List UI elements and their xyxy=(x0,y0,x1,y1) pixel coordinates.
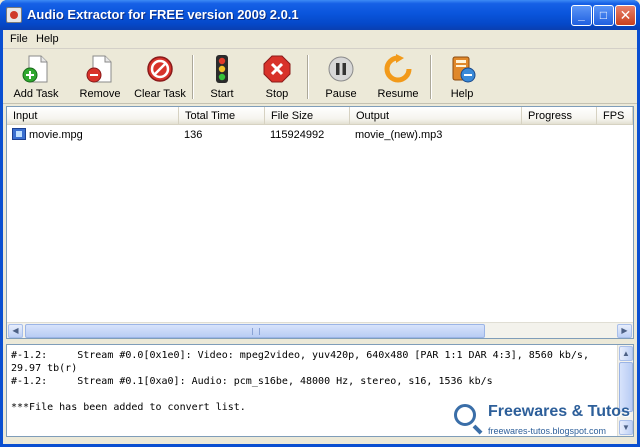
start-button[interactable]: Start xyxy=(195,51,249,103)
scroll-left-arrow-icon[interactable]: ◀ xyxy=(8,324,23,338)
resume-button[interactable]: Resume xyxy=(369,51,427,103)
title-bar[interactable]: Audio Extractor for FREE version 2009 2.… xyxy=(0,0,640,30)
app-icon[interactable] xyxy=(6,7,22,23)
maximize-button[interactable]: □ xyxy=(593,5,614,26)
menu-bar: File Help xyxy=(3,30,637,49)
traffic-light-icon xyxy=(216,55,228,83)
cell-total-time: 136 xyxy=(184,129,203,141)
pause-label: Pause xyxy=(325,88,357,100)
toolbar-separator xyxy=(192,55,194,99)
column-header-fps[interactable]: FPS xyxy=(597,107,633,125)
start-label: Start xyxy=(210,88,234,100)
add-task-label: Add Task xyxy=(13,88,59,100)
magnifier-handle xyxy=(472,424,483,435)
clear-task-icon xyxy=(147,56,173,82)
column-header-input[interactable]: Input xyxy=(7,107,179,125)
pause-icon xyxy=(328,56,354,82)
stop-label: Stop xyxy=(265,88,289,100)
watermark-title: Freewares & Tutos xyxy=(488,403,630,420)
toolbar-separator xyxy=(307,55,309,99)
menu-file[interactable]: File xyxy=(10,33,28,45)
column-header-total-time[interactable]: Total Time xyxy=(179,107,265,125)
help-icon xyxy=(452,56,476,83)
watermark-url: freewares-tutos.blogspot.com xyxy=(488,426,607,436)
help-button[interactable]: Help xyxy=(435,51,489,103)
scroll-up-arrow-icon[interactable]: ▲ xyxy=(619,346,633,361)
remove-label: Remove xyxy=(79,88,121,100)
table-row[interactable]: movie.mpg 136 115924992 movie_(new).mp3 xyxy=(7,126,633,143)
video-file-icon xyxy=(12,128,26,140)
remove-icon xyxy=(86,55,112,83)
resume-icon xyxy=(384,54,412,83)
magnifier-icon xyxy=(454,404,476,426)
help-label: Help xyxy=(450,88,474,100)
cell-output: movie_(new).mp3 xyxy=(355,129,443,141)
close-button[interactable]: ✕ xyxy=(615,5,636,26)
menu-help[interactable]: Help xyxy=(36,33,59,45)
clear-task-label: Clear Task xyxy=(134,88,186,100)
add-task-icon xyxy=(22,55,48,83)
watermark-logo: Freewares & Tutos freewares-tutos.blogsp… xyxy=(452,402,640,444)
add-task-button[interactable]: Add Task xyxy=(7,51,65,103)
horizontal-scroll-thumb[interactable] xyxy=(25,324,485,338)
column-header-progress[interactable]: Progress xyxy=(522,107,597,125)
column-header-output[interactable]: Output xyxy=(350,107,522,125)
cell-input: movie.mpg xyxy=(29,129,83,141)
stop-icon xyxy=(263,55,291,83)
scroll-right-arrow-icon[interactable]: ▶ xyxy=(617,324,632,338)
scroll-grip-icon xyxy=(252,328,260,335)
cell-file-size: 115924992 xyxy=(270,129,325,141)
resume-label: Resume xyxy=(377,88,419,100)
client-area: File Help Add Task Remove Clear Task Sta… xyxy=(3,30,637,444)
window-title: Audio Extractor for FREE version 2009 2.… xyxy=(27,7,299,22)
task-list-header: Input Total Time File Size Output Progre… xyxy=(7,107,633,125)
minimize-button[interactable]: _ xyxy=(571,5,592,26)
pause-button[interactable]: Pause xyxy=(314,51,368,103)
stop-button[interactable]: Stop xyxy=(250,51,304,103)
app-window: Audio Extractor for FREE version 2009 2.… xyxy=(0,0,640,447)
toolbar-separator xyxy=(430,55,432,99)
task-list[interactable]: Input Total Time File Size Output Progre… xyxy=(6,106,634,339)
remove-button[interactable]: Remove xyxy=(71,51,129,103)
clear-task-button[interactable]: Clear Task xyxy=(131,51,189,103)
toolbar: Add Task Remove Clear Task Start Stop Pa… xyxy=(3,49,637,104)
column-header-file-size[interactable]: File Size xyxy=(265,107,350,125)
horizontal-scrollbar[interactable]: ◀ ▶ xyxy=(7,322,633,338)
